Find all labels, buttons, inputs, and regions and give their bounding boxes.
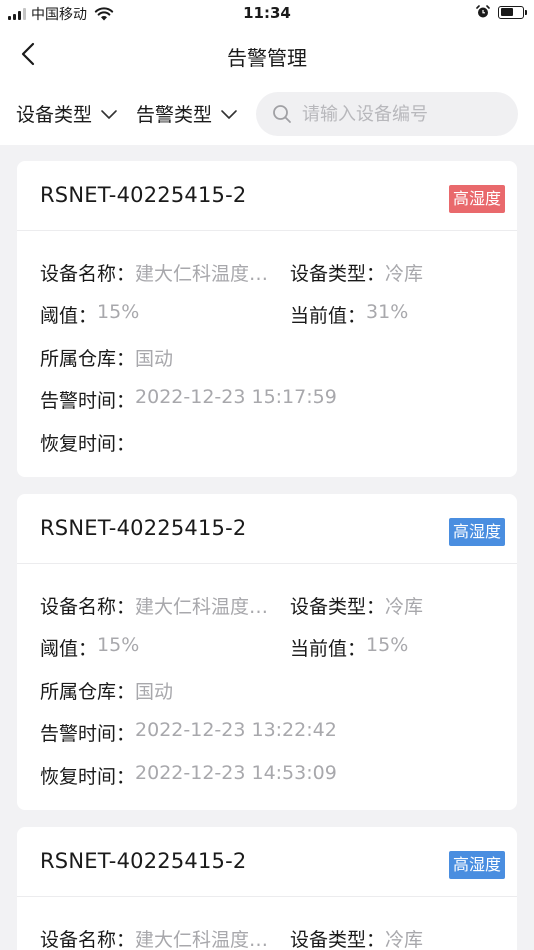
device-id: RSNET-40225415-2 [40, 849, 247, 873]
info-row: 所属仓库： 国动 [17, 336, 517, 379]
alarm-time-value: 2022-12-23 13:22:42 [135, 719, 337, 742]
threshold-value: 15% [97, 634, 140, 657]
card-body: 设备名称： 建大仁科温度… 设备类型： 冷库 阈值： 15% 当前值： 31% … [17, 231, 517, 464]
filter-bar: 设备类型 告警类型 [0, 83, 534, 145]
alarm-card[interactable]: RSNET-40225415-2 高湿度 设备名称： 建大仁科温度… 设备类型：… [17, 161, 517, 477]
device-type-field: 设备类型： 冷库 [290, 592, 423, 619]
device-type-dropdown[interactable]: 设备类型 [16, 100, 118, 127]
info-row: 设备名称： 建大仁科温度… 设备类型： 冷库 [17, 584, 517, 627]
device-name-label: 设备名称： [40, 262, 136, 285]
device-name-label: 设备名称： [40, 595, 136, 618]
current-value-label: 当前值： [290, 638, 367, 661]
device-type-value: 冷库 [385, 595, 424, 618]
info-row: 告警时间： 2022-12-23 15:17:59 [17, 379, 517, 422]
current-value-field: 当前值： 31% [290, 301, 408, 328]
alarm-clock-icon [476, 5, 490, 18]
recovery-time-field: 恢复时间： 2022-12-23 14:53:09 [40, 762, 337, 789]
recovery-time-value: 2022-12-23 14:53:09 [135, 761, 337, 784]
device-type-field: 设备类型： 冷库 [290, 259, 423, 286]
device-name-label: 设备名称： [40, 928, 136, 950]
threshold-field: 阈值： 15% [40, 634, 139, 661]
page-title: 告警管理 [227, 46, 307, 70]
warehouse-field: 所属仓库： 国动 [40, 344, 173, 371]
current-value-value: 31% [366, 301, 409, 324]
card-body: 设备名称： 建大仁科温度… 设备类型： 冷库 阈值： 15% 当前值： 15% … [17, 564, 517, 797]
alarm-tag: 高湿度 [448, 185, 505, 213]
battery-fill [500, 8, 514, 16]
warehouse-value: 国动 [135, 347, 174, 370]
info-row: 设备名称： 建大仁科温度… 设备类型： 冷库 [17, 917, 517, 950]
info-row: 阈值： 15% 当前值： 15% [17, 627, 517, 670]
current-value-value: 15% [366, 634, 409, 657]
warehouse-field: 所属仓库： 国动 [40, 677, 173, 704]
threshold-label: 阈值： [40, 638, 98, 661]
device-type-label: 设备类型： [290, 928, 386, 950]
card-body: 设备名称： 建大仁科温度… 设备类型： 冷库 [17, 897, 517, 950]
chevron-down-icon [221, 109, 237, 119]
info-row: 阈值： 15% 当前值： 31% [17, 294, 517, 337]
device-name-value: 建大仁科温度… [135, 262, 269, 285]
alarm-card[interactable]: RSNET-40225415-2 高湿度 设备名称： 建大仁科温度… 设备类型：… [17, 827, 517, 950]
alarm-card[interactable]: RSNET-40225415-2 高湿度 设备名称： 建大仁科温度… 设备类型：… [17, 494, 517, 810]
device-name-field: 设备名称： 建大仁科温度… [40, 925, 268, 950]
device-type-value: 冷库 [385, 928, 424, 950]
card-header: RSNET-40225415-2 高湿度 [17, 827, 517, 897]
device-name-value: 建大仁科温度… [135, 595, 269, 618]
card-header: RSNET-40225415-2 高湿度 [17, 494, 517, 564]
alarm-time-field: 告警时间： 2022-12-23 15:17:59 [40, 386, 337, 413]
info-row: 恢复时间： 2022-12-23 14:53:09 [17, 754, 517, 797]
warehouse-label: 所属仓库： [40, 680, 136, 703]
info-row: 所属仓库： 国动 [17, 669, 517, 712]
device-name-field: 设备名称： 建大仁科温度… [40, 259, 268, 286]
search-box[interactable] [256, 92, 518, 136]
alarm-type-dropdown-label: 告警类型 [136, 104, 213, 126]
recovery-time-field: 恢复时间： [40, 429, 135, 456]
device-type-value: 冷库 [385, 262, 424, 285]
chevron-down-icon [101, 109, 117, 119]
search-input[interactable] [302, 103, 502, 125]
nav-bar: 告警管理 [0, 26, 534, 83]
warehouse-label: 所属仓库： [40, 347, 136, 370]
info-row: 告警时间： 2022-12-23 13:22:42 [17, 712, 517, 755]
device-type-dropdown-label: 设备类型 [16, 104, 93, 126]
status-right [476, 5, 527, 19]
threshold-field: 阈值： 15% [40, 301, 139, 328]
alarm-time-label: 告警时间： [40, 723, 136, 746]
device-id: RSNET-40225415-2 [40, 516, 247, 540]
device-type-field: 设备类型： 冷库 [290, 925, 423, 950]
threshold-value: 15% [97, 301, 140, 324]
recovery-time-label: 恢复时间： [40, 765, 136, 788]
device-type-label: 设备类型： [290, 595, 386, 618]
search-icon [273, 105, 291, 123]
alarm-time-value: 2022-12-23 15:17:59 [135, 386, 337, 409]
device-type-label: 设备类型： [290, 262, 386, 285]
current-value-label: 当前值： [290, 305, 367, 328]
card-header: RSNET-40225415-2 高湿度 [17, 161, 517, 231]
status-time: 11:34 [243, 4, 291, 22]
alarm-type-dropdown[interactable]: 告警类型 [136, 100, 238, 127]
device-name-value: 建大仁科温度… [135, 928, 269, 950]
alarm-time-field: 告警时间： 2022-12-23 13:22:42 [40, 719, 337, 746]
status-bar: 中国移动 11:34 [0, 0, 534, 26]
device-id: RSNET-40225415-2 [40, 183, 247, 207]
recovery-time-label: 恢复时间： [40, 432, 136, 455]
threshold-label: 阈值： [40, 305, 98, 328]
alarm-tag: 高湿度 [448, 518, 505, 546]
alarm-tag: 高湿度 [448, 851, 505, 879]
device-name-field: 设备名称： 建大仁科温度… [40, 592, 268, 619]
battery-icon [498, 5, 527, 19]
alarm-time-label: 告警时间： [40, 390, 136, 413]
current-value-field: 当前值： 15% [290, 634, 408, 661]
info-row: 恢复时间： [17, 421, 517, 464]
warehouse-value: 国动 [135, 680, 174, 703]
info-row: 设备名称： 建大仁科温度… 设备类型： 冷库 [17, 251, 517, 294]
